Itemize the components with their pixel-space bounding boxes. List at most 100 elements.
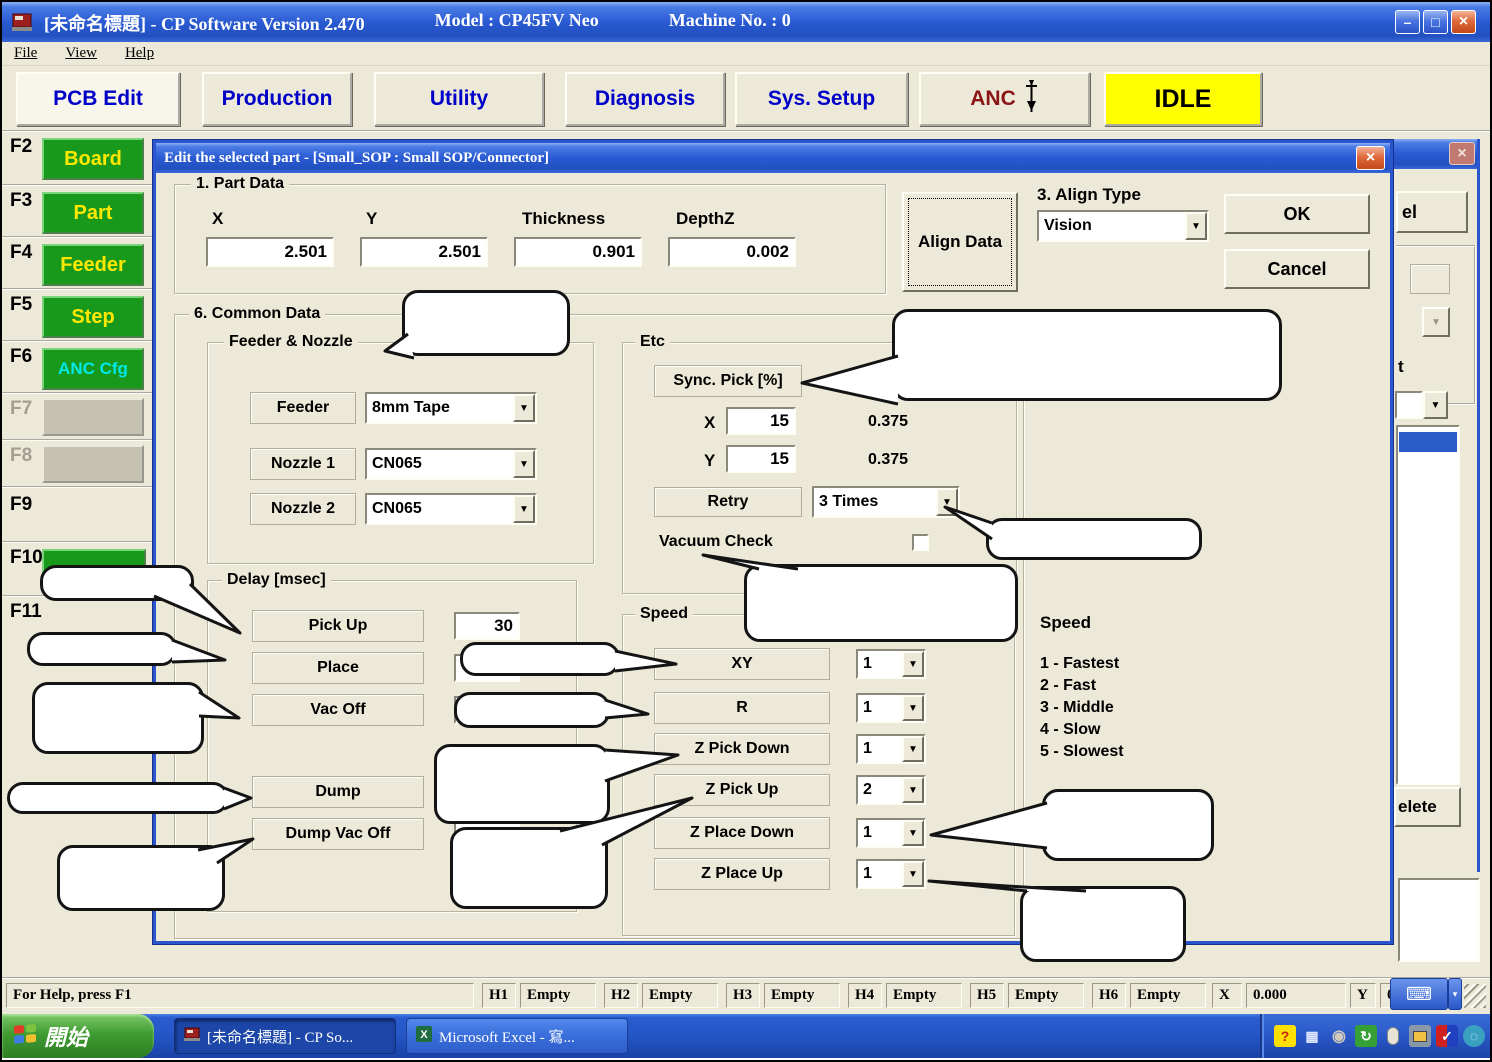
sidebar-item-feeder[interactable]: Feeder xyxy=(42,244,144,286)
ok-button[interactable]: OK xyxy=(1224,194,1370,234)
tray-icon-display[interactable] xyxy=(1409,1025,1431,1047)
callout-bubble-xy xyxy=(460,642,620,676)
speed-z-pick-down-select[interactable]: 1▼ xyxy=(856,734,926,764)
background-listbox[interactable] xyxy=(1396,425,1460,785)
nozzle-icon xyxy=(1024,79,1039,119)
sidebar-item-board[interactable]: Board xyxy=(42,138,144,180)
statusbar-h2-key: H2 xyxy=(604,983,638,1008)
vacuum-check-checkbox[interactable] xyxy=(912,534,929,551)
background-delete-button-fragment[interactable]: elete xyxy=(1394,787,1461,827)
menu-help[interactable]: Help xyxy=(125,45,154,62)
start-button[interactable]: 開始 xyxy=(2,1014,154,1058)
tab-pcb-edit[interactable]: PCB Edit xyxy=(16,72,180,126)
background-dialog-close-button[interactable]: × xyxy=(1449,142,1475,165)
menu-view[interactable]: View xyxy=(65,45,97,62)
close-icon: × xyxy=(1459,13,1468,31)
tab-sys-setup[interactable]: Sys. Setup xyxy=(735,72,908,126)
nozzle1-select[interactable]: CN065▼ xyxy=(365,448,537,480)
background-dropdown-arrow-icon[interactable]: ▼ xyxy=(1423,391,1448,419)
speed-z-pick-up-label: Z Pick Up xyxy=(654,774,830,806)
fkey-f5: F5 xyxy=(10,294,32,316)
sidebar-row-f3: F3 Part xyxy=(2,184,152,236)
retry-select[interactable]: 3 Times▼ xyxy=(812,486,960,518)
close-button[interactable]: × xyxy=(1451,10,1476,34)
tray-icon-network[interactable]: ▦ xyxy=(1301,1025,1323,1047)
dropdown-arrow-icon: ▼ xyxy=(513,394,535,422)
sync-pick-label: Sync. Pick [%] xyxy=(654,365,802,397)
delay-pickup-input[interactable] xyxy=(454,612,520,640)
speed-r-label: R xyxy=(654,692,830,724)
taskbar-task-excel[interactable]: X Microsoft Excel - 寫... xyxy=(406,1018,628,1054)
language-bar-keyboard-button[interactable]: ⌨ xyxy=(1390,978,1448,1010)
tray-icon-green-utility[interactable]: ↻ xyxy=(1355,1025,1377,1047)
maximize-button[interactable]: □ xyxy=(1423,10,1448,34)
statusbar-h1-value: Empty xyxy=(520,983,596,1008)
dropdown-arrow-icon: ▼ xyxy=(513,495,535,523)
dropdown-arrow-icon: ▼ xyxy=(902,651,924,677)
dialog-close-button[interactable]: × xyxy=(1356,146,1385,170)
speed-z-pick-up-select[interactable]: 2▼ xyxy=(856,775,926,805)
sync-x-calc: 0.375 xyxy=(868,413,908,431)
sync-y-calc: 0.375 xyxy=(868,451,908,469)
part-y-label: Y xyxy=(366,209,377,229)
tray-icon-globe[interactable]: ◌ xyxy=(1463,1025,1485,1047)
part-y-input[interactable] xyxy=(360,237,488,267)
statusbar-h4-value: Empty xyxy=(886,983,962,1008)
dropdown-arrow-icon: ▼ xyxy=(902,820,924,846)
part-x-label: X xyxy=(212,209,223,229)
menu-file[interactable]: File xyxy=(14,45,37,62)
tab-utility[interactable]: Utility xyxy=(374,72,544,126)
taskbar: 開始 [未命名標題] - CP So... X Microsoft Excel … xyxy=(2,1014,1490,1058)
resize-grip[interactable] xyxy=(1464,984,1486,1008)
part-thickness-input[interactable] xyxy=(514,237,642,267)
nozzle1-label: Nozzle 1 xyxy=(250,448,356,480)
nozzle2-select[interactable]: CN065▼ xyxy=(365,493,537,525)
part-x-input[interactable] xyxy=(206,237,334,267)
callout-bubble-dumpvacoff xyxy=(57,845,225,911)
etc-legend: Etc xyxy=(635,333,670,351)
feeder-select[interactable]: 8mm Tape▼ xyxy=(365,392,537,424)
part-depthz-input[interactable] xyxy=(668,237,796,267)
dropdown-arrow-icon: ▼ xyxy=(936,488,958,516)
language-bar-options-button[interactable]: ▾ xyxy=(1448,978,1462,1010)
speed-r-select[interactable]: 1▼ xyxy=(856,693,926,723)
tray-icon-help[interactable]: ? xyxy=(1274,1025,1296,1047)
fkey-f3: F3 xyxy=(10,190,32,212)
statusbar-h1-key: H1 xyxy=(482,983,516,1008)
tab-diagnosis[interactable]: Diagnosis xyxy=(565,72,725,126)
dropdown-arrow-icon: ▼ xyxy=(1185,212,1207,240)
speed-legend: Speed xyxy=(635,605,693,623)
taskbar-task-cp-software[interactable]: [未命名標題] - CP So... xyxy=(174,1018,396,1054)
window-model: Model : CP45FV Neo xyxy=(435,10,599,36)
nozzle2-label: Nozzle 2 xyxy=(250,493,356,525)
dropdown-arrow-icon: ▼ xyxy=(902,861,924,887)
tray-icon-volume[interactable]: ◉ xyxy=(1328,1025,1350,1047)
statusbar-h5-key: H5 xyxy=(970,983,1004,1008)
tray-icon-mouse[interactable] xyxy=(1382,1025,1404,1047)
sync-y-input[interactable] xyxy=(726,445,796,473)
sync-y-label: Y xyxy=(704,451,715,471)
cancel-button[interactable]: Cancel xyxy=(1224,249,1370,289)
delay-dump-label: Dump xyxy=(252,776,424,808)
callout-bubble-z-pick xyxy=(434,744,610,824)
maximize-icon: □ xyxy=(1431,14,1439,30)
sidebar-item-step[interactable]: Step xyxy=(42,296,144,338)
fkey-f6: F6 xyxy=(10,346,32,368)
tab-anc[interactable]: ANC xyxy=(919,72,1090,126)
sidebar-item-anc-cfg[interactable]: ANC Cfg xyxy=(42,348,144,390)
speed-xy-select[interactable]: 1▼ xyxy=(856,649,926,679)
tab-production[interactable]: Production xyxy=(202,72,352,126)
speed-help-line-2: 2 - Fast xyxy=(1040,677,1096,695)
callout-bubble-dump xyxy=(7,782,229,814)
sync-x-input[interactable] xyxy=(726,407,796,435)
statusbar-h6-key: H6 xyxy=(1092,983,1126,1008)
align-type-select[interactable]: Vision▼ xyxy=(1037,210,1209,242)
callout-bubble-z-place-up xyxy=(1020,886,1186,962)
speed-z-place-down-select[interactable]: 1▼ xyxy=(856,818,926,848)
background-cancel-button-fragment[interactable]: el xyxy=(1396,191,1468,233)
sidebar-item-part[interactable]: Part xyxy=(42,192,144,234)
align-data-button[interactable]: Align Data xyxy=(902,192,1018,292)
minimize-button[interactable]: – xyxy=(1395,10,1420,34)
tray-icon-flag[interactable]: ✓ xyxy=(1436,1025,1458,1047)
speed-z-place-up-select[interactable]: 1▼ xyxy=(856,859,926,889)
